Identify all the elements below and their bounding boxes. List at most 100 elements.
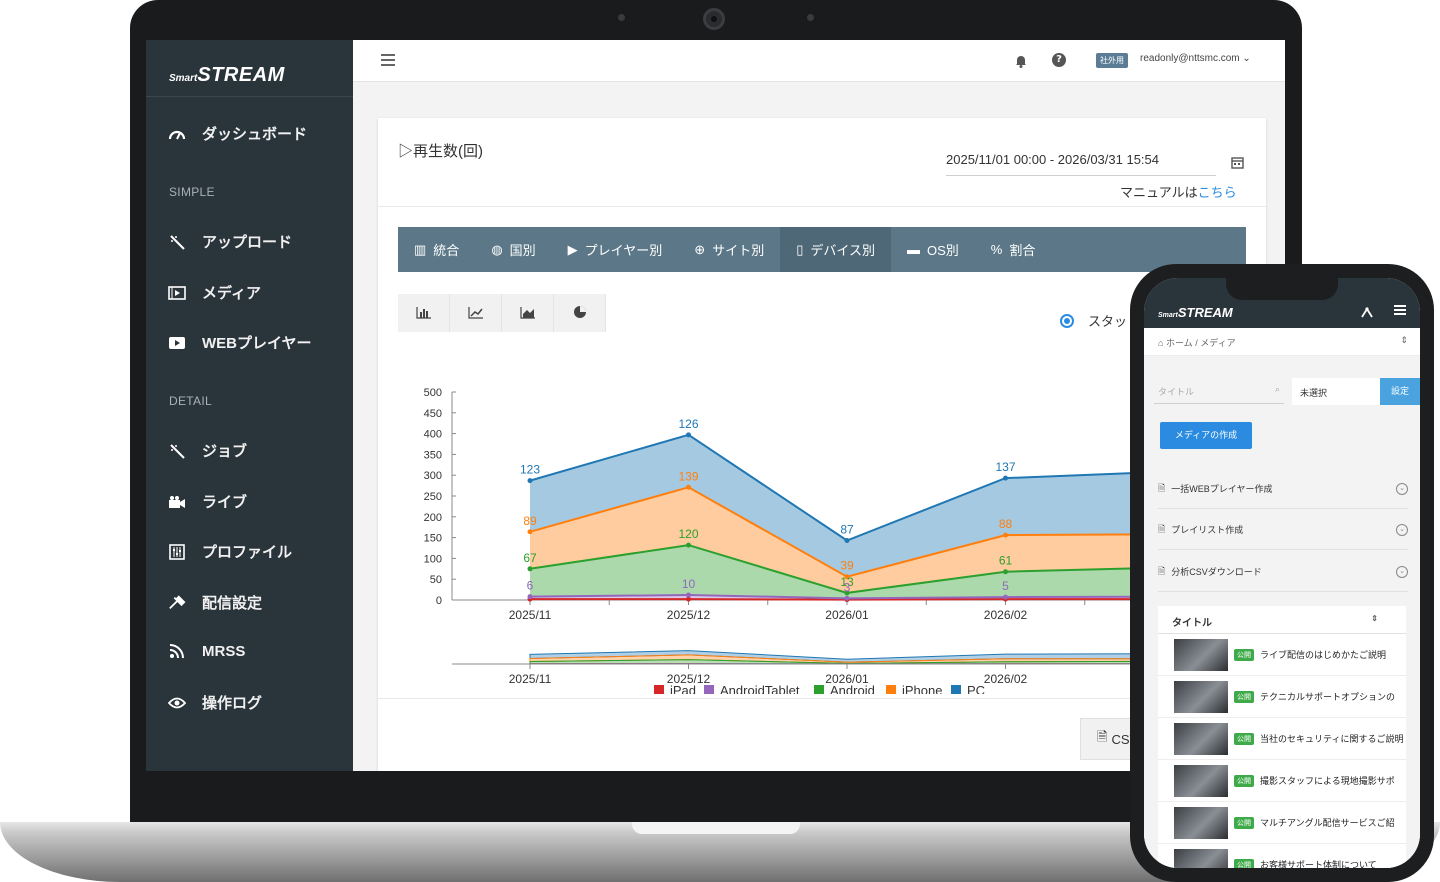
- point-pc: [527, 478, 533, 484]
- table-row[interactable]: 公開 お客様サポート体制について: [1158, 844, 1406, 868]
- tab-label: デバイス別: [810, 243, 875, 258]
- table-row[interactable]: 公開 ライブ配信のはじめかたご説明: [1158, 634, 1406, 676]
- legend-label: AndroidTablet: [720, 683, 800, 694]
- chevron-down-icon: ⌄: [1396, 565, 1408, 578]
- phone-frame: SmartSTREAM ⌂ ホーム / メディア ⇕ タイトル ⌕ 未選択 設定 …: [1130, 264, 1434, 882]
- user-menu[interactable]: readonly@nttsmc.com ⌄: [1140, 53, 1251, 64]
- sensor-dot: [807, 14, 814, 21]
- tab-site[interactable]: ⊕ サイト別: [678, 227, 780, 272]
- legend-swatch: [814, 685, 824, 694]
- hamburger-icon[interactable]: [381, 54, 395, 66]
- bell-icon[interactable]: [1015, 53, 1027, 72]
- menu-icon[interactable]: [1394, 305, 1406, 315]
- sidebar-item-live[interactable]: ライブ: [168, 491, 247, 512]
- sort-icon[interactable]: ⇕: [1400, 335, 1408, 346]
- sidebar-item-dashboard[interactable]: ダッシュボード: [168, 123, 307, 144]
- date-range-input[interactable]: 2025/11/01 00:00 - 2026/03/31 15:54: [946, 152, 1216, 176]
- chevron-down-icon: ⌄: [1396, 482, 1408, 495]
- data-label: 139: [678, 469, 698, 483]
- sidebar-item-operation-log[interactable]: 操作ログ: [168, 692, 262, 713]
- tools-icon: [168, 594, 186, 612]
- sidebar-item-label: 操作ログ: [202, 695, 263, 712]
- bar-chart-button[interactable]: [398, 294, 450, 332]
- legend-swatch: [886, 685, 896, 694]
- status-badge: 公開: [1234, 690, 1254, 703]
- tab-ratio[interactable]: % 割合: [975, 227, 1052, 272]
- line-chart-icon: [467, 304, 484, 323]
- area-chart-button[interactable]: [502, 294, 554, 332]
- set-button[interactable]: 設定: [1380, 378, 1420, 405]
- internal-badge: 社外用: [1096, 53, 1128, 68]
- user-tree-icon[interactable]: [1360, 304, 1374, 323]
- help-icon[interactable]: ?: [1052, 53, 1066, 67]
- thumbnail: [1174, 806, 1228, 839]
- sidebar-item-delivery-settings[interactable]: 配信設定: [168, 592, 262, 613]
- legend-swatch: [951, 685, 961, 694]
- calendar-icon[interactable]: [1231, 154, 1244, 173]
- logo-small-text: Smart: [1158, 312, 1178, 319]
- data-label: 3: [844, 580, 851, 594]
- table-row[interactable]: 公開 テクニカルサポートオプションの: [1158, 676, 1406, 718]
- data-label: 120: [678, 527, 698, 541]
- table-row[interactable]: 公開 マルチアングル配信サービスご紹: [1158, 802, 1406, 844]
- data-label: 123: [520, 463, 540, 477]
- globe-icon: ◍: [491, 241, 503, 257]
- chevron-down-icon: ⌄: [1242, 53, 1251, 64]
- navigator-tick-label: 2026/02: [984, 672, 1028, 686]
- sensor-dot: [618, 14, 625, 21]
- analysis-csv-row[interactable]: 🗎 分析CSVダウンロード ⌄: [1158, 552, 1408, 592]
- document-icon: 🗎: [1158, 482, 1166, 493]
- tab-bar: ▥ 統合 ◍ 国別 ▶ プレイヤー別 ⊕ サイト別 ▯ デバイス別 ▬ OS別 % 割合: [398, 227, 1246, 272]
- sidebar-item-profile[interactable]: プロファイル: [168, 541, 292, 562]
- sliders-icon: [168, 543, 186, 561]
- tab-device[interactable]: ▯ デバイス別: [780, 227, 891, 272]
- tab-player[interactable]: ▶ プレイヤー別: [552, 227, 679, 272]
- laptop-notch: [632, 822, 800, 834]
- sidebar-item-label: WEBプレイヤー: [202, 335, 312, 352]
- y-tick-label: 500: [424, 387, 442, 399]
- logo[interactable]: SmartSTREAM: [169, 64, 285, 87]
- title-search-input[interactable]: タイトル ⌕: [1154, 377, 1284, 404]
- table-row[interactable]: 公開 当社のセキュリティに関するご説明: [1158, 718, 1406, 760]
- sidebar-item-media[interactable]: メディア: [168, 282, 261, 303]
- breadcrumb-home[interactable]: ホーム: [1166, 338, 1193, 348]
- point-android: [527, 566, 533, 572]
- phone-logo[interactable]: SmartSTREAM: [1158, 304, 1233, 322]
- row-label: 一括WEBプレイヤー作成: [1171, 484, 1273, 494]
- table-header[interactable]: タイトル ⇕: [1158, 606, 1406, 634]
- sidebar-item-mrss[interactable]: MRSS: [168, 642, 245, 660]
- data-label: 87: [840, 523, 854, 537]
- divider: [378, 206, 1266, 207]
- tab-label: 割合: [1009, 243, 1036, 258]
- tab-label: OS別: [927, 243, 959, 258]
- pie-chart-button[interactable]: [554, 294, 606, 332]
- bulk-web-player-row[interactable]: 🗎 一括WEBプレイヤー作成 ⌄: [1158, 469, 1408, 509]
- sort-icon[interactable]: ⇕: [1371, 614, 1378, 623]
- status-badge: 公開: [1234, 648, 1254, 661]
- create-media-button[interactable]: メディアの作成: [1160, 422, 1252, 449]
- tab-integrated[interactable]: ▥ 統合: [398, 227, 475, 272]
- playlist-create-row[interactable]: 🗎 プレイリスト作成 ⌄: [1158, 510, 1408, 550]
- legend-label: Android: [830, 683, 875, 694]
- percent-icon: %: [990, 242, 1003, 257]
- manual-prefix: マニュアルは: [1120, 185, 1198, 200]
- status-select[interactable]: 未選択: [1292, 378, 1380, 405]
- tab-os[interactable]: ▬ OS別: [891, 227, 975, 272]
- tab-country[interactable]: ◍ 国別: [475, 227, 551, 272]
- chevron-down-icon: ⌄: [1396, 523, 1408, 536]
- sidebar-item-job[interactable]: ジョブ: [168, 440, 247, 461]
- manual-link[interactable]: こちら: [1198, 185, 1237, 200]
- table-row[interactable]: 公開 撮影スタッフによる現地撮影サポ: [1158, 760, 1406, 802]
- sidebar-item-web-player[interactable]: WEBプレイヤー: [168, 332, 312, 353]
- tab-label: 統合: [433, 243, 460, 258]
- phone-notch: [1226, 278, 1338, 300]
- search-icon: ⌕: [1274, 384, 1280, 394]
- column-title: タイトル: [1172, 618, 1212, 629]
- home-icon: ⌂: [1158, 338, 1164, 348]
- point-iphone: [686, 484, 691, 490]
- stack-radio[interactable]: [1060, 314, 1074, 328]
- sidebar-item-upload[interactable]: アップロード: [168, 231, 292, 252]
- user-email: readonly@nttsmc.com: [1140, 53, 1240, 64]
- line-chart-button[interactable]: [450, 294, 502, 332]
- rss-icon: [168, 642, 186, 660]
